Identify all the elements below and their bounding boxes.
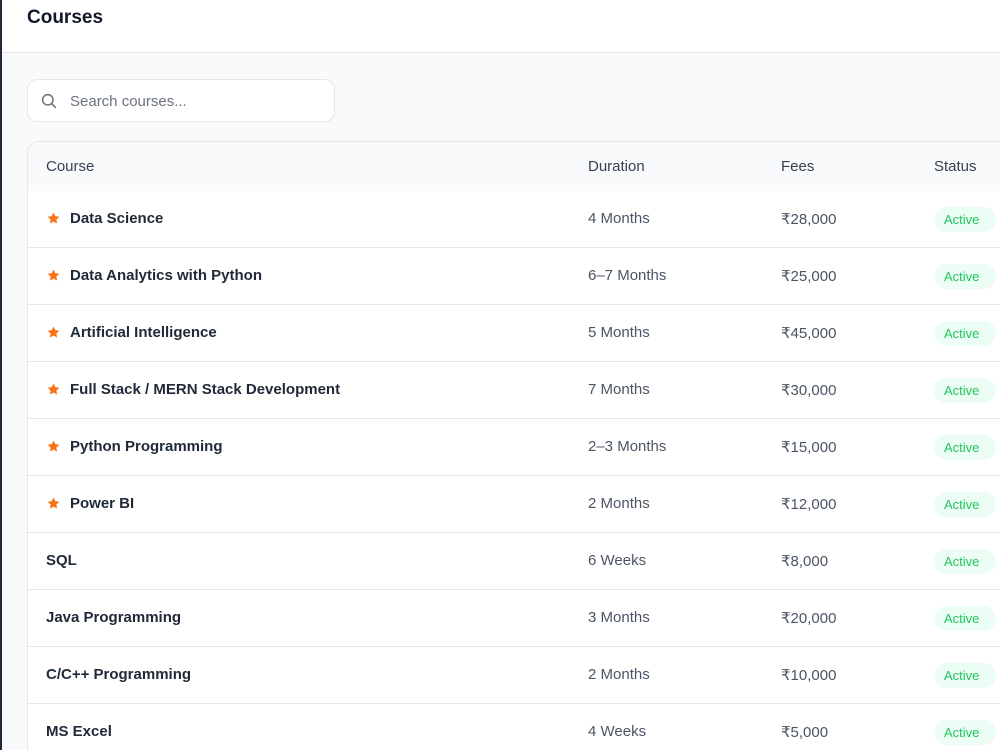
course-fees: ₹28,000 — [781, 211, 837, 228]
course-name: C/C++ Programming — [46, 666, 192, 683]
page-header: Courses — [2, 0, 1000, 53]
star-icon — [47, 497, 60, 509]
status-badge: Active — [934, 207, 996, 232]
course-name: Python Programming — [70, 438, 223, 455]
course-name: MS Excel — [46, 723, 112, 740]
course-fees: ₹20,000 — [781, 610, 837, 627]
star-icon — [47, 212, 60, 224]
star-icon — [47, 269, 60, 281]
status-badge: Active — [934, 378, 996, 403]
course-name: SQL — [46, 552, 77, 569]
course-fees: ₹45,000 — [781, 325, 837, 342]
window-left-edge — [0, 0, 2, 750]
table-row[interactable]: Java Programming 3 Months ₹20,000 Active — [28, 590, 1000, 647]
course-duration: 4 Weeks — [588, 723, 647, 740]
table-row[interactable]: Full Stack / MERN Stack Development 7 Mo… — [28, 362, 1000, 419]
course-name: Full Stack / MERN Stack Development — [70, 381, 341, 398]
status-badge: Active — [934, 492, 996, 517]
status-badge: Active — [934, 549, 996, 574]
course-duration: 2 Months — [588, 495, 650, 512]
status-badge: Active — [934, 720, 996, 745]
course-fees: ₹8,000 — [781, 553, 829, 570]
table-row[interactable]: Data Analytics with Python 6–7 Months ₹2… — [28, 248, 1000, 305]
course-duration: 2–3 Months — [588, 438, 667, 455]
table-row[interactable]: MS Excel 4 Weeks ₹5,000 Active — [28, 704, 1000, 750]
status-badge: Active — [934, 663, 996, 688]
course-name: Data Science — [70, 210, 164, 227]
course-duration: 3 Months — [588, 609, 650, 626]
table-row[interactable]: Data Science 4 Months ₹28,000 Active — [28, 191, 1000, 248]
fees-column-header: Fees — [781, 158, 815, 175]
table-row[interactable]: SQL 6 Weeks ₹8,000 Active — [28, 533, 1000, 590]
star-icon — [47, 440, 60, 452]
table-row[interactable]: Artificial Intelligence 5 Months ₹45,000… — [28, 305, 1000, 362]
course-name: Java Programming — [46, 609, 182, 626]
star-icon — [47, 326, 60, 338]
star-icon — [47, 383, 60, 395]
status-badge: Active — [934, 435, 996, 460]
course-fees: ₹10,000 — [781, 667, 837, 684]
duration-column-header: Duration — [588, 158, 645, 175]
course-fees: ₹15,000 — [781, 439, 837, 456]
status-column-header: Status — [934, 158, 977, 175]
course-fees: ₹25,000 — [781, 268, 837, 285]
course-name: Power BI — [70, 495, 135, 512]
table-row[interactable]: C/C++ Programming 2 Months ₹10,000 Activ… — [28, 647, 1000, 704]
course-duration: 4 Months — [588, 210, 650, 227]
status-badge: Active — [934, 606, 996, 631]
page-title: Courses — [27, 7, 104, 28]
course-fees: ₹5,000 — [781, 724, 829, 741]
search-box[interactable] — [27, 79, 335, 122]
course-duration: 6 Weeks — [588, 552, 647, 569]
course-column-header: Course — [46, 158, 95, 175]
course-fees: ₹12,000 — [781, 496, 837, 513]
course-duration: 6–7 Months — [588, 267, 667, 284]
course-duration: 5 Months — [588, 324, 650, 341]
course-name: Data Analytics with Python — [70, 267, 262, 284]
course-name: Artificial Intelligence — [70, 324, 217, 341]
course-duration: 7 Months — [588, 381, 650, 398]
search-input[interactable] — [70, 88, 320, 114]
course-fees: ₹30,000 — [781, 382, 837, 399]
status-badge: Active — [934, 264, 996, 289]
course-duration: 2 Months — [588, 666, 650, 683]
courses-table: Course Duration Fees Status Data Science… — [27, 141, 1000, 750]
courses-page: Courses Course Duration Fees Status Data… — [0, 0, 1000, 750]
table-header: Course Duration Fees Status — [28, 142, 1000, 192]
table-row[interactable]: Python Programming 2–3 Months ₹15,000 Ac… — [28, 419, 1000, 476]
status-badge: Active — [934, 321, 996, 346]
search-icon — [41, 93, 57, 109]
table-row[interactable]: Power BI 2 Months ₹12,000 Active — [28, 476, 1000, 533]
